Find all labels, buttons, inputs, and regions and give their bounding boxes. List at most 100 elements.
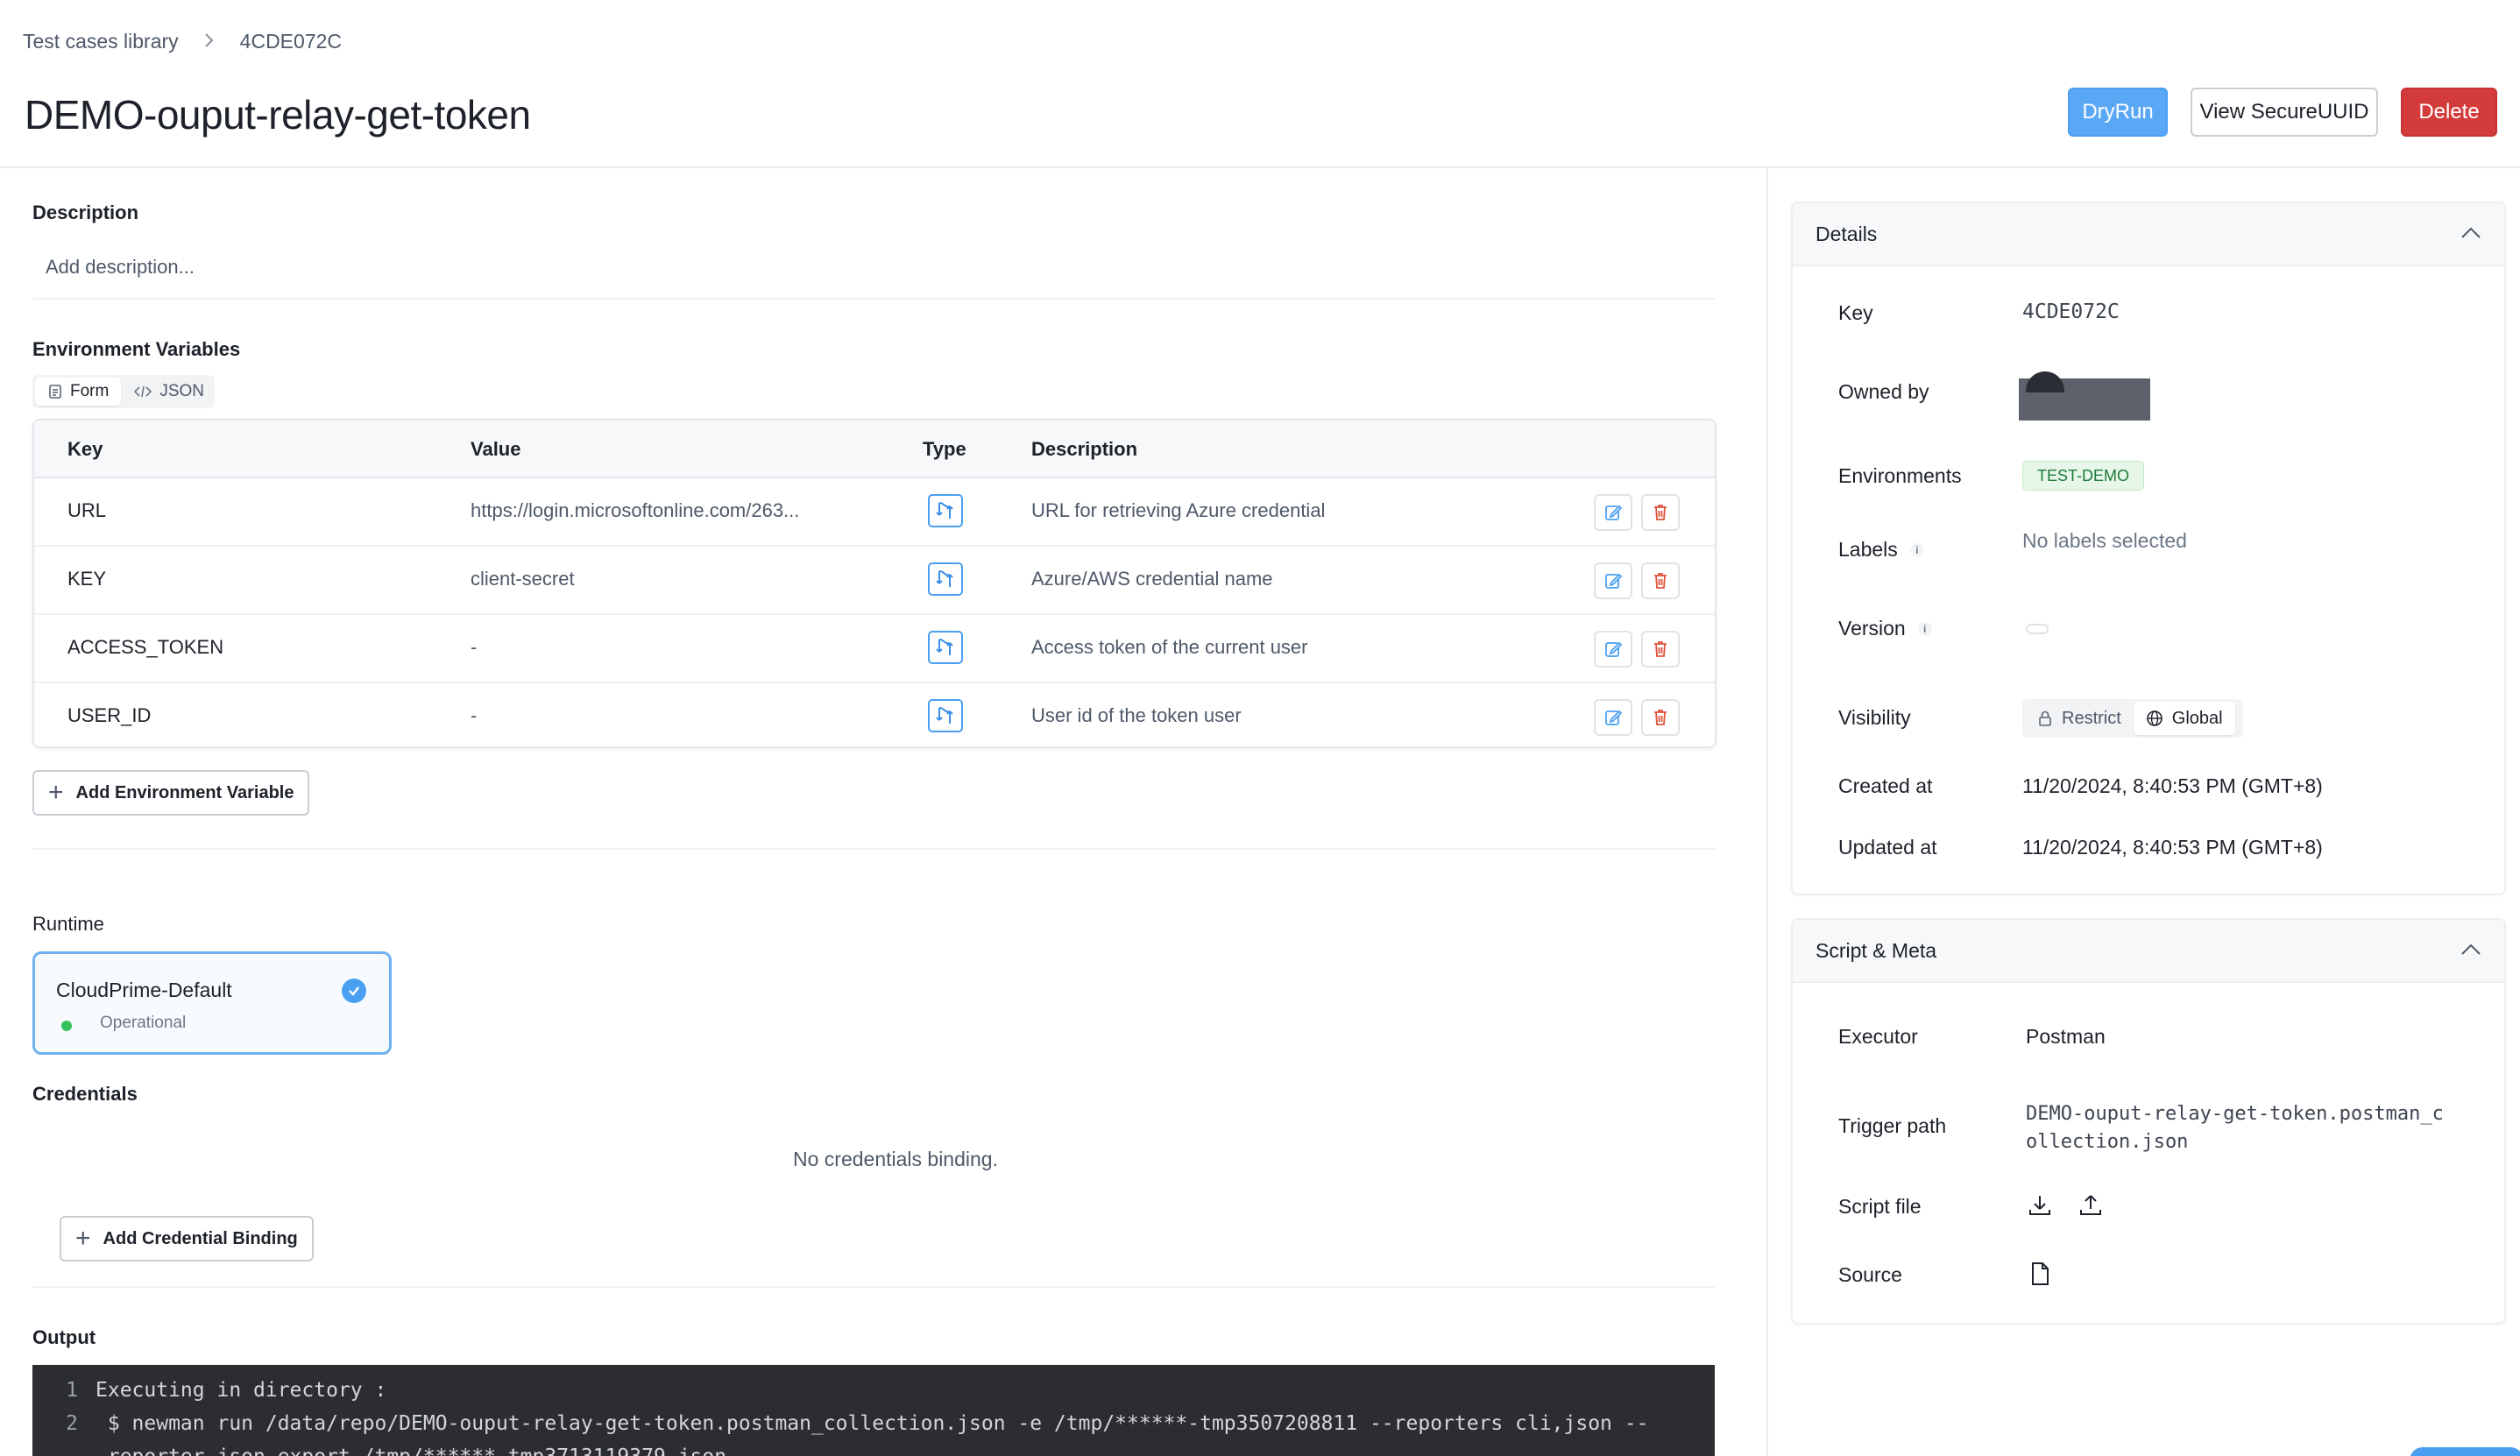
- plus-icon: +: [75, 1224, 91, 1253]
- output-line: reporter-json-export /tmp/******-tmp3713…: [32, 1445, 726, 1456]
- upload-icon[interactable]: [2075, 1190, 2106, 1221]
- add-credential-label: Add Credential Binding: [103, 1228, 298, 1248]
- variable-type-icon[interactable]: [928, 494, 963, 527]
- add-env-var-button[interactable]: + Add Environment Variable: [32, 770, 310, 816]
- script-meta-panel: Script & Meta Executor Postman Trigger p…: [1791, 918, 2506, 1325]
- info-icon[interactable]: i: [1917, 621, 1932, 636]
- updated-at-label: Updated at: [1838, 836, 1937, 859]
- visibility-label: Visibility: [1838, 706, 1911, 729]
- row-value: client-secret: [471, 568, 575, 590]
- output-line: 2 $ newman run /data/repo/DEMO-ouput-rel…: [66, 1412, 1649, 1435]
- row-key: URL: [67, 499, 107, 521]
- row-description: Azure/AWS credential name: [1031, 568, 1273, 590]
- description-title: Description: [32, 201, 139, 223]
- toggle-form[interactable]: Form: [35, 378, 122, 406]
- runtime-status: Operational: [100, 1014, 187, 1032]
- row-description: Access token of the current user: [1031, 636, 1308, 658]
- env-vars-title: Environment Variables: [32, 338, 241, 360]
- version-label: Version i: [1838, 617, 1932, 640]
- labels-value[interactable]: No labels selected: [2022, 529, 2187, 553]
- divider: [32, 1286, 1715, 1288]
- info-icon[interactable]: i: [1909, 542, 1924, 557]
- table-row: KEY client-secret Azure/AWS credential n…: [34, 547, 1715, 615]
- visibility-restrict[interactable]: Restrict: [2025, 702, 2134, 735]
- details-title: Details: [1816, 223, 1878, 245]
- credentials-empty: No credentials binding.: [793, 1148, 998, 1170]
- form-icon: [49, 385, 61, 399]
- plus-icon: +: [48, 778, 64, 807]
- check-circle-icon: [342, 979, 366, 1003]
- floating-action-button[interactable]: [2410, 1447, 2520, 1456]
- toggle-json-label: JSON: [159, 382, 205, 400]
- trash-icon[interactable]: [1641, 494, 1680, 531]
- trash-icon[interactable]: [1641, 631, 1680, 668]
- source-label: Source: [1838, 1263, 1902, 1286]
- variable-type-icon[interactable]: [928, 631, 963, 664]
- runtime-card[interactable]: CloudPrime-Default Operational: [32, 951, 392, 1055]
- edit-icon[interactable]: [1594, 699, 1632, 736]
- view-secure-uuid-button[interactable]: View SecureUUID: [2191, 88, 2378, 137]
- add-credential-button[interactable]: + Add Credential Binding: [60, 1216, 314, 1262]
- col-description: Description: [1031, 438, 1138, 460]
- details-panel: Details Key 4CDE072C Owned by Environmen…: [1791, 201, 2506, 895]
- row-value: -: [471, 704, 478, 726]
- row-value: https://login.microsoftonline.com/263...: [471, 499, 800, 521]
- file-icon[interactable]: [2024, 1258, 2056, 1290]
- divider: [32, 298, 1715, 300]
- globe-icon: [2146, 710, 2163, 726]
- col-value: Value: [471, 438, 521, 460]
- row-key: USER_ID: [67, 704, 152, 726]
- details-header[interactable]: Details: [1793, 203, 2504, 266]
- variable-type-icon[interactable]: [928, 562, 963, 596]
- env-vars-view-toggle: Form JSON: [32, 375, 215, 408]
- col-key: Key: [67, 438, 103, 460]
- script-meta-title: Script & Meta: [1816, 939, 1937, 962]
- credentials-title: Credentials: [32, 1083, 138, 1105]
- chevron-up-icon[interactable]: [2460, 226, 2481, 244]
- script-file-label: Script file: [1838, 1195, 1922, 1218]
- breadcrumb-root-link[interactable]: Test cases library: [23, 30, 179, 53]
- row-description: URL for retrieving Azure credential: [1031, 499, 1326, 521]
- visibility-global[interactable]: Global: [2133, 702, 2235, 735]
- download-icon[interactable]: [2024, 1190, 2056, 1221]
- runtime-title: Runtime: [32, 913, 104, 935]
- owned-by-label: Owned by: [1838, 380, 1929, 403]
- breadcrumb: Test cases library 4CDE072C: [23, 30, 342, 53]
- edit-icon[interactable]: [1594, 494, 1632, 531]
- trash-icon[interactable]: [1641, 699, 1680, 736]
- status-dot: [61, 1021, 72, 1031]
- avatar: [2026, 371, 2064, 392]
- table-row: ACCESS_TOKEN - Access token of the curre…: [34, 615, 1715, 683]
- trash-icon[interactable]: [1641, 562, 1680, 599]
- description-input[interactable]: Add description...: [46, 256, 195, 279]
- toggle-json[interactable]: JSON: [121, 378, 216, 406]
- output-line: 1 Executing in directory :: [66, 1379, 387, 1402]
- environments-label: Environments: [1838, 464, 1962, 487]
- key-label: Key: [1838, 301, 1873, 324]
- chevron-up-icon[interactable]: [2460, 943, 2481, 961]
- runtime-name: CloudPrime-Default: [56, 979, 232, 1001]
- edit-icon[interactable]: [1594, 631, 1632, 668]
- edit-icon[interactable]: [1594, 562, 1632, 599]
- variable-type-icon[interactable]: [928, 699, 963, 732]
- page-title: DEMO-ouput-relay-get-token: [25, 92, 531, 138]
- version-badge: [2026, 624, 2049, 634]
- output-title: Output: [32, 1326, 96, 1348]
- row-value: -: [471, 636, 478, 658]
- row-key: KEY: [67, 568, 107, 590]
- executor-label: Executor: [1838, 1025, 1918, 1048]
- code-icon: [134, 385, 152, 398]
- row-description: User id of the token user: [1031, 704, 1242, 726]
- column-divider: [1766, 168, 1768, 1456]
- script-meta-header[interactable]: Script & Meta: [1793, 920, 2504, 983]
- output-terminal[interactable]: 1 Executing in directory : 2 $ newman run…: [32, 1365, 1715, 1456]
- lock-icon: [2039, 710, 2051, 726]
- divider: [32, 848, 1715, 850]
- col-type: Type: [923, 438, 966, 460]
- table-row: USER_ID - User id of the token user: [34, 683, 1715, 746]
- delete-button[interactable]: Delete: [2401, 88, 2497, 137]
- row-key: ACCESS_TOKEN: [67, 636, 224, 658]
- env-vars-table: Key Value Type Description URL https://l…: [32, 419, 1717, 748]
- dryrun-button[interactable]: DryRun: [2068, 88, 2168, 137]
- environment-tag: TEST-DEMO: [2022, 461, 2145, 491]
